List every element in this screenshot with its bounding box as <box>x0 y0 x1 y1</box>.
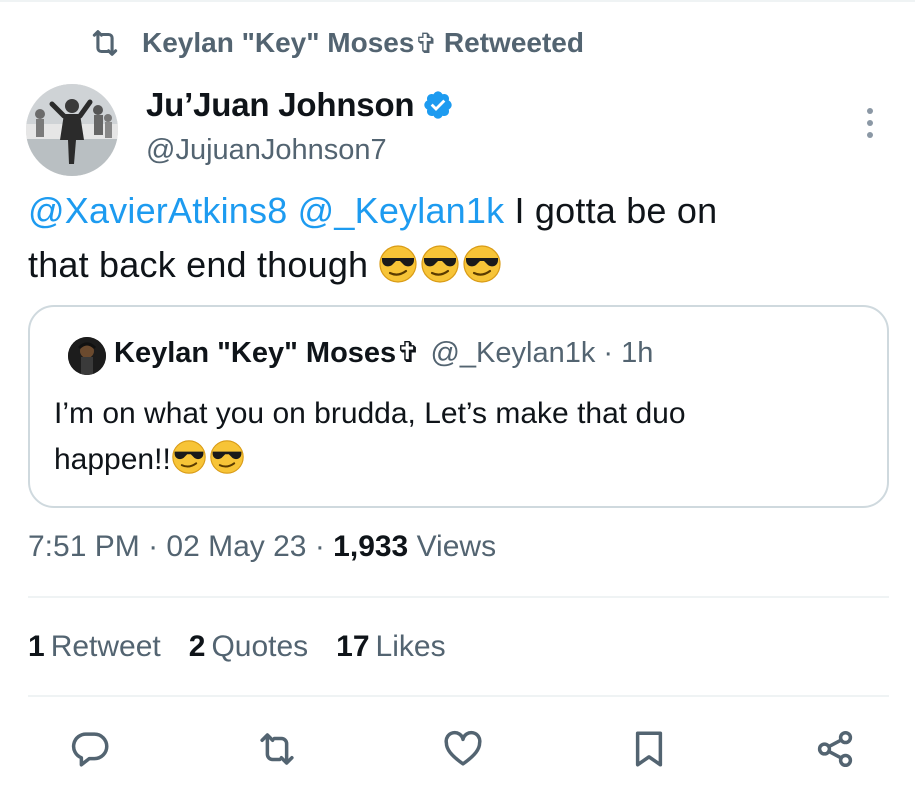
views-count: 1,933 <box>333 530 409 563</box>
retweets-label: Retweet <box>50 630 161 663</box>
sunglasses-emoji-icon <box>421 245 460 283</box>
likes-label: Likes <box>375 630 446 663</box>
retweet-button[interactable] <box>254 726 300 772</box>
top-divider <box>0 0 915 2</box>
retweets-stat[interactable]: 1 Retweet <box>28 630 161 664</box>
divider <box>28 596 889 598</box>
retweet-icon <box>92 30 118 56</box>
retweeter-name[interactable]: Keylan "Key" Moses <box>142 27 414 59</box>
share-icon <box>817 730 853 768</box>
like-button[interactable] <box>440 726 486 772</box>
quoted-tweet-card[interactable]: Keylan "Key" Moses ✞ @_Keylan1k · 1h I’m… <box>28 305 889 508</box>
bookmark-icon <box>635 731 663 767</box>
author-name-text[interactable]: Ju’Juan Johnson <box>146 86 415 124</box>
tweet-meta: 7:51 PM · 02 May 23 · 1,933 Views <box>28 530 496 564</box>
tweet-text-line: that back end though <box>28 244 379 285</box>
quoted-text-line: happen!! <box>54 443 171 476</box>
verified-badge-icon <box>424 91 453 119</box>
cross-glyph: ✞ <box>414 27 438 59</box>
sunglasses-emoji-icon <box>172 440 206 474</box>
author-handle[interactable]: @JujuanJohnson7 <box>146 134 454 167</box>
retweets-count: 1 <box>28 630 45 663</box>
views-label: Views <box>408 530 497 563</box>
more-options-icon[interactable] <box>858 108 882 138</box>
likes-count: 17 <box>336 630 370 663</box>
quoted-author-handle[interactable]: @_Keylan1k <box>430 337 595 370</box>
meta-separator: · <box>306 530 334 563</box>
mention-link[interactable]: @XavierAtkins8 <box>28 190 287 231</box>
quoted-author-avatar[interactable] <box>68 337 106 375</box>
tweet-body: @XavierAtkins8 @_Keylan1k I gotta be on … <box>28 184 888 292</box>
retweeted-label: Retweeted <box>443 27 584 58</box>
tweet-text-line: I gotta be on <box>504 190 718 231</box>
reply-icon <box>71 732 109 767</box>
sunglasses-emoji-icon <box>463 245 502 283</box>
tweet-date[interactable]: 02 May 23 <box>166 530 306 563</box>
engagement-stats: 1 Retweet 2 Quotes 17 Likes <box>28 630 474 664</box>
sunglasses-emoji-icon <box>379 245 418 283</box>
quoted-time: · 1h <box>603 337 654 369</box>
quotes-label: Quotes <box>211 630 309 663</box>
quotes-stat[interactable]: 2 Quotes <box>189 630 308 664</box>
retweet-banner[interactable]: Keylan "Key" Moses ✞ Retweeted <box>88 26 584 60</box>
mention-link[interactable]: @_Keylan1k <box>298 190 505 231</box>
cross-glyph: ✞ <box>396 337 421 369</box>
share-button[interactable] <box>812 726 858 772</box>
quoted-author-name[interactable]: Keylan "Key" Moses <box>114 337 396 370</box>
author-display-name[interactable]: Ju’Juan Johnson <box>146 86 454 124</box>
action-bar <box>68 726 858 772</box>
author-avatar[interactable] <box>26 84 118 176</box>
author-block[interactable]: Ju’Juan Johnson @JujuanJohnson7 <box>146 86 454 167</box>
reply-button[interactable] <box>68 726 114 772</box>
retweet-icon <box>260 733 294 765</box>
sunglasses-emoji-icon <box>210 440 244 474</box>
quoted-tweet-text: I’m on what you on brudda, Let’s make th… <box>54 391 874 483</box>
quoted-text-line: I’m on what you on brudda, Let’s make th… <box>54 397 686 430</box>
divider <box>28 695 889 697</box>
like-icon <box>444 730 482 766</box>
likes-stat[interactable]: 17 Likes <box>336 630 445 664</box>
quotes-count: 2 <box>188 630 206 663</box>
quoted-header: Keylan "Key" Moses ✞ @_Keylan1k · 1h <box>114 335 653 370</box>
bookmark-button[interactable] <box>626 726 672 772</box>
tweet-time[interactable]: 7:51 PM <box>28 530 140 563</box>
meta-separator: · <box>139 530 167 563</box>
